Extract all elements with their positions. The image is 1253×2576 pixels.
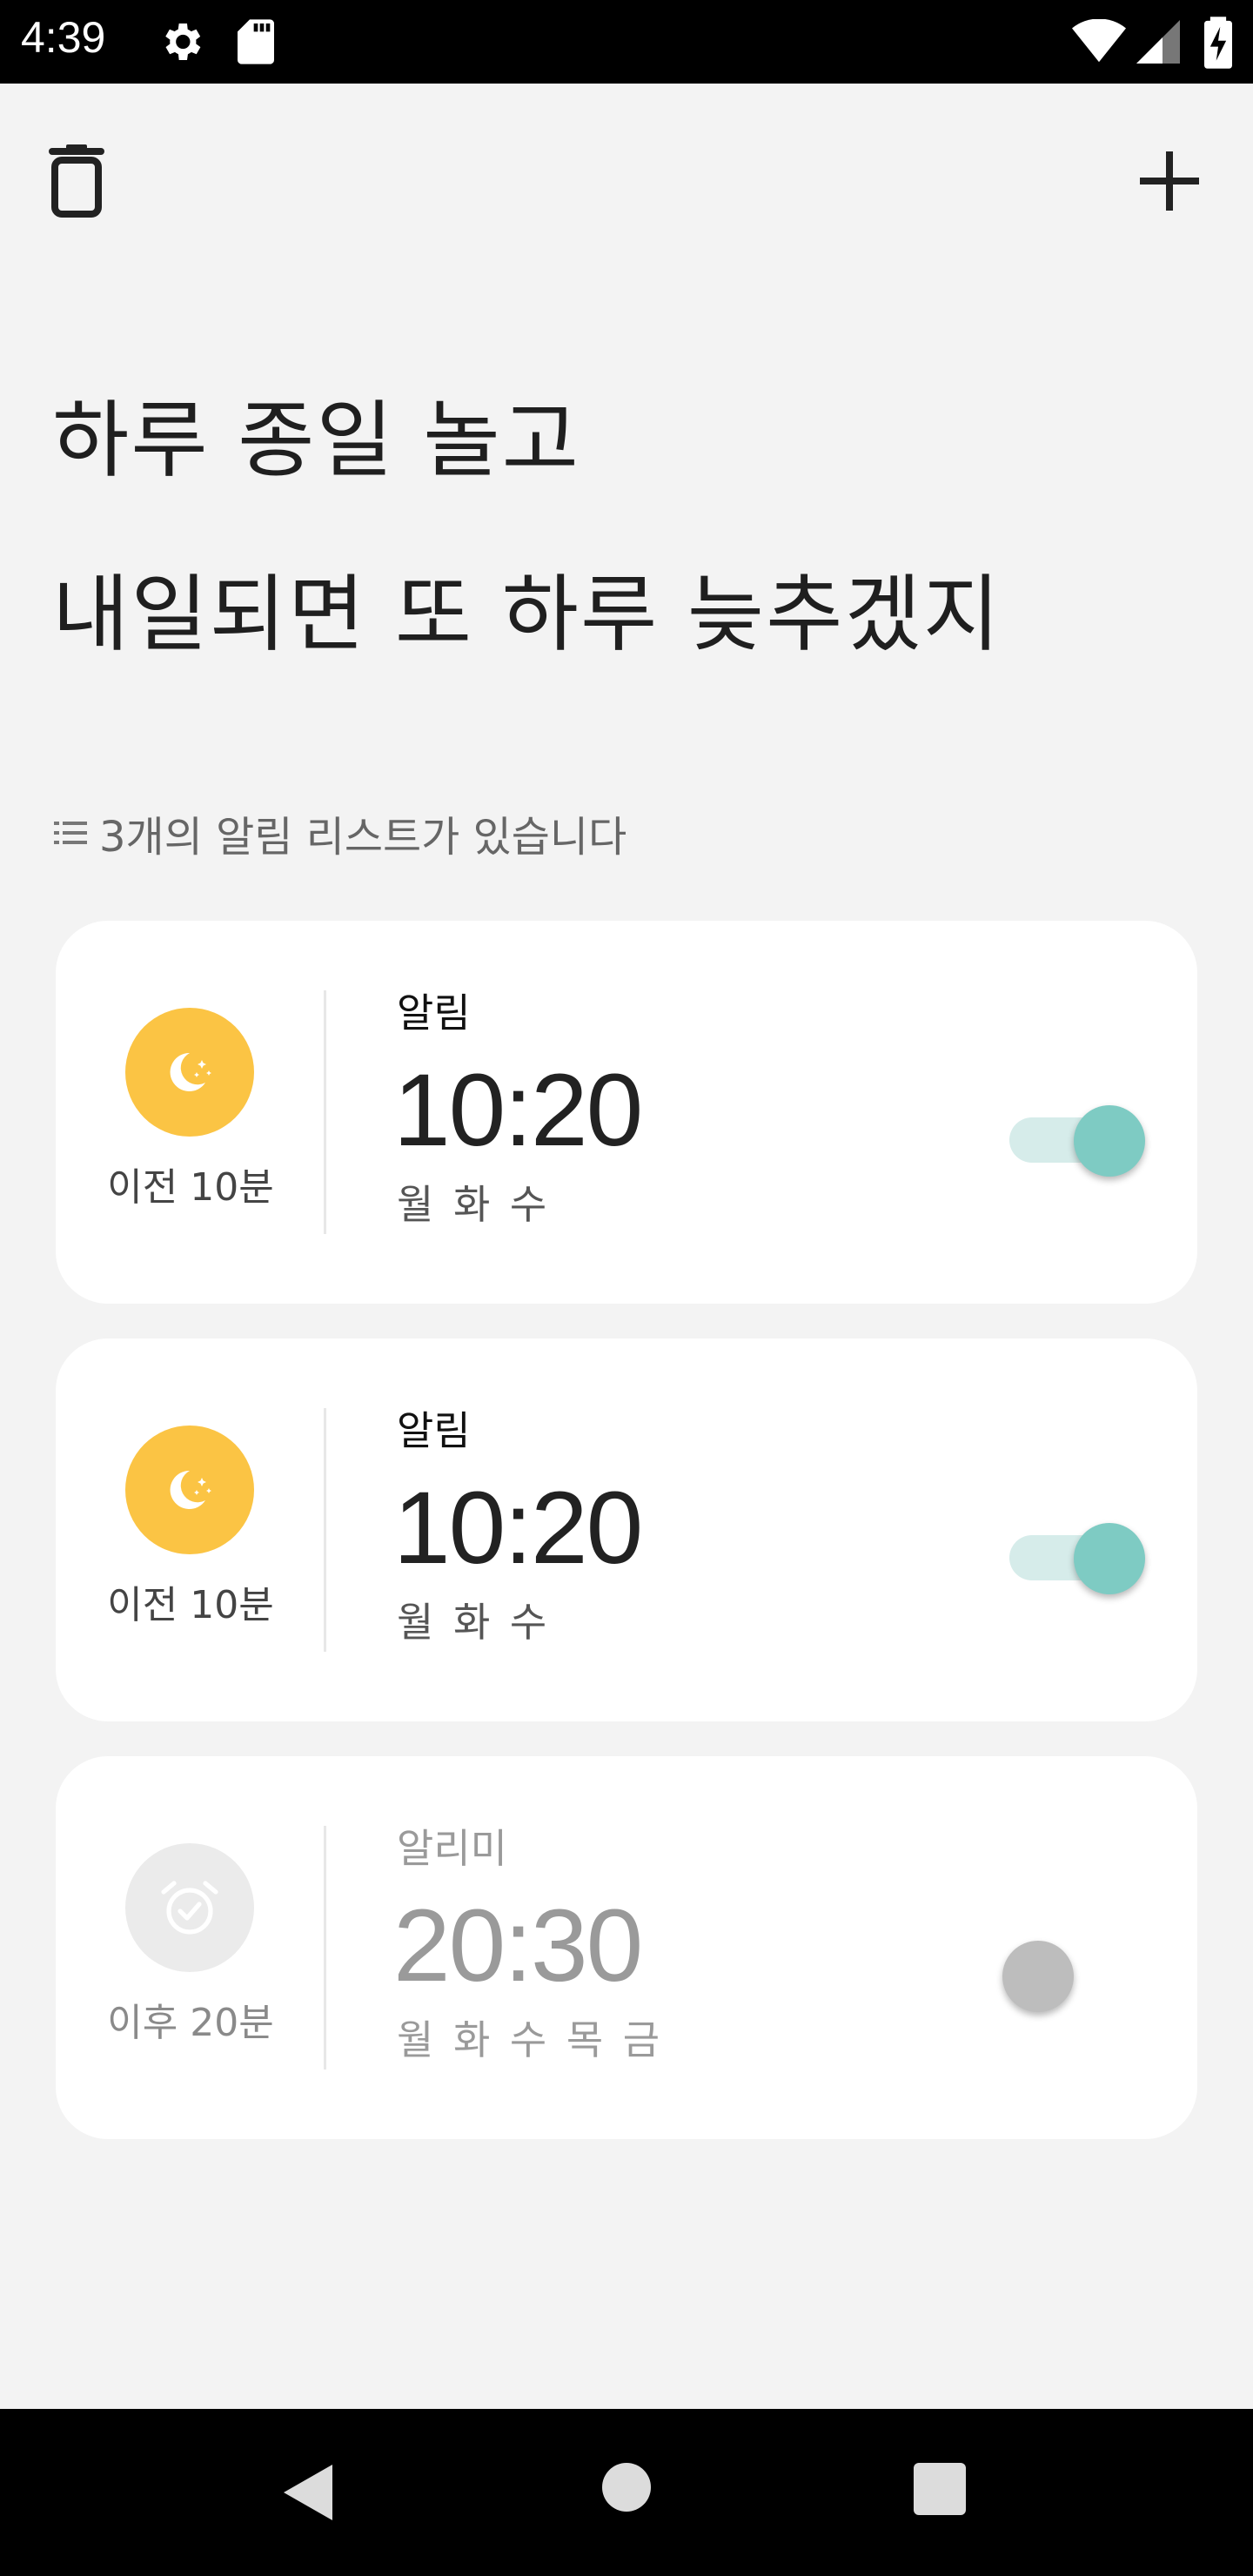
alarm-clock-check-icon — [161, 1881, 218, 1935]
status-time: 4:39 — [21, 13, 106, 62]
moon-stars-icon — [170, 1470, 211, 1509]
alarm-card[interactable]: 이후 20분 알리미 20:30 월 화 수 목 금 — [56, 1756, 1197, 2139]
home-icon[interactable] — [600, 2461, 653, 2513]
alarm-name: 알림 — [397, 989, 471, 1036]
alarm-time: 10:20 — [393, 1053, 643, 1168]
divider — [324, 990, 326, 1234]
alarm-list-summary: 3개의 알림 리스트가 있습니다 — [54, 802, 626, 863]
alarm-badge — [125, 1843, 254, 1972]
settings-gear-icon — [165, 23, 201, 60]
plus-icon — [1140, 151, 1199, 211]
headline-line-2: 내일되면 또 하루 늦추겠지 — [52, 566, 1002, 663]
delete-button[interactable] — [49, 144, 104, 223]
alarm-offset-label: 이후 20분 — [107, 2001, 274, 2045]
alarm-card[interactable]: 이전 10분 알림 10:20 월 화 수 — [56, 1338, 1197, 1721]
toggle-thumb — [1002, 1941, 1074, 2012]
alarm-toggle[interactable] — [1002, 1927, 1129, 2014]
status-bar: 4:39 — [0, 0, 1253, 84]
alarm-badge — [125, 1008, 254, 1137]
divider — [324, 1408, 326, 1652]
alarm-days: 월 화 수 목 금 — [397, 2016, 664, 2063]
alarm-toggle[interactable] — [1002, 1091, 1145, 1178]
alarm-list-summary-text: 3개의 알림 리스트가 있습니다 — [99, 813, 627, 862]
recents-icon[interactable] — [912, 2461, 968, 2517]
divider — [324, 1826, 326, 2070]
add-alarm-button[interactable] — [1136, 148, 1203, 218]
alarm-name: 알림 — [397, 1407, 471, 1454]
wifi-icon — [1072, 19, 1126, 63]
battery-charging-icon — [1204, 17, 1232, 69]
system-nav-bar — [0, 2409, 1253, 2576]
alarm-card[interactable]: 이전 10분 알림 10:20 월 화 수 — [56, 921, 1197, 1304]
alarm-offset-label: 이전 10분 — [107, 1165, 274, 1210]
moon-stars-icon — [170, 1052, 211, 1091]
alarm-offset-label: 이전 10분 — [107, 1583, 274, 1627]
alarm-badge — [125, 1426, 254, 1554]
alarm-toggle[interactable] — [1002, 1509, 1145, 1596]
alarm-days: 월 화 수 — [397, 1181, 551, 1228]
alarm-time: 20:30 — [393, 1888, 643, 2003]
sd-card-icon — [238, 19, 274, 64]
back-icon[interactable] — [280, 2461, 338, 2524]
alarm-name: 알리미 — [397, 1825, 507, 1872]
cell-signal-icon — [1136, 20, 1180, 64]
toggle-thumb — [1074, 1523, 1145, 1594]
headline-line-1: 하루 종일 놀고 — [52, 392, 580, 489]
toggle-thumb — [1074, 1105, 1145, 1177]
alarm-time: 10:20 — [393, 1471, 643, 1586]
trash-icon — [49, 144, 104, 218]
list-icon — [54, 822, 87, 844]
alarm-days: 월 화 수 — [397, 1599, 551, 1646]
